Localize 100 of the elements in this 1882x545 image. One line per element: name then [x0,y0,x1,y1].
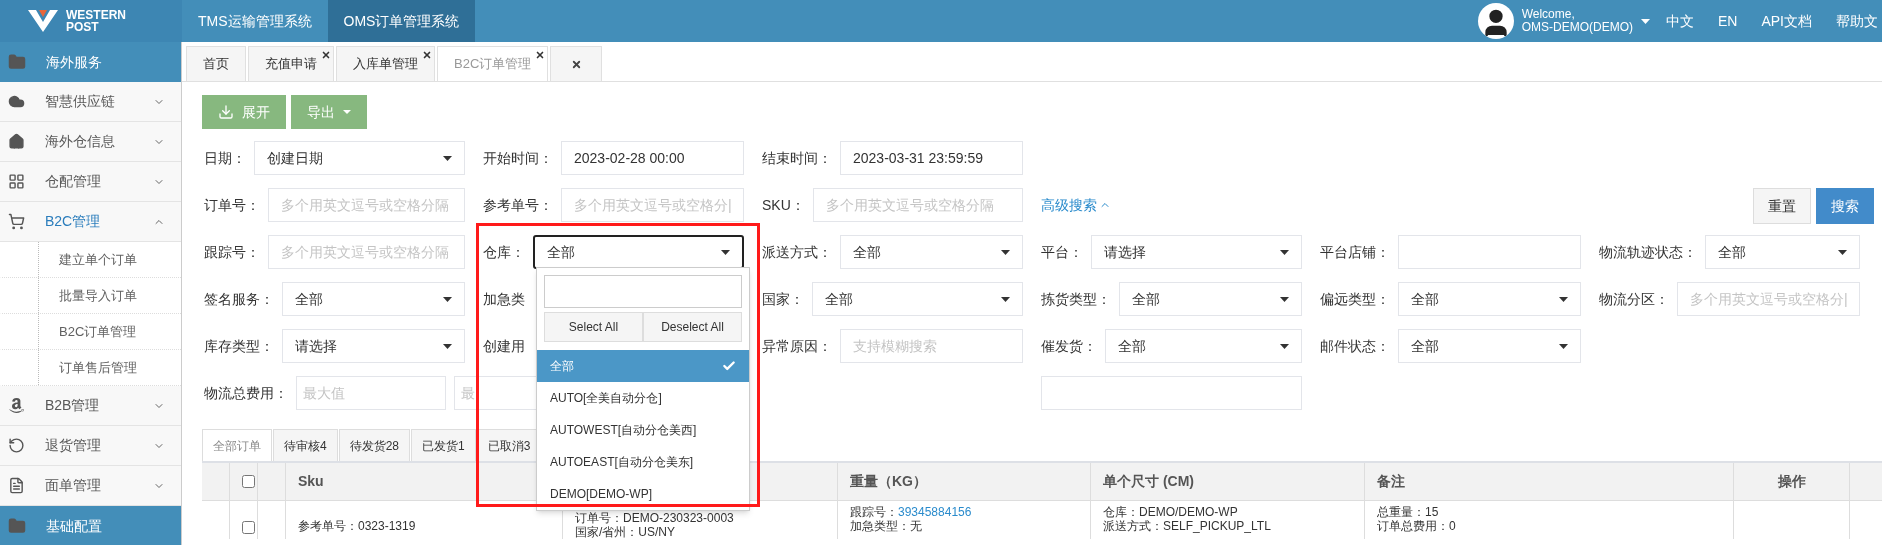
header-link[interactable]: API文档 [1761,10,1812,32]
sidebar-subitem[interactable]: B2C订单管理 [0,314,181,350]
sidebar-item[interactable]: 智慧供应链 [0,82,181,122]
page-tab[interactable]: 入库单管理 [336,46,435,81]
field-label: 订单号： [204,195,260,215]
field-label: 物流总费用： [204,383,288,403]
system-tab[interactable]: TMS运输管理系统 [182,0,328,42]
cell-label: 跟踪号： [850,505,898,519]
select-all-button[interactable]: Select All [544,312,643,342]
field-label: 库存类型： [204,336,274,356]
checkbox[interactable] [242,521,255,534]
input-field[interactable]: 最大值 [296,376,446,410]
letter-a-icon [8,397,25,414]
field-label: 参考单号： [483,195,553,215]
page-tab[interactable]: 充值申请 [248,46,334,81]
input-field[interactable]: 多个用英文逗号或空格分隔 [268,188,465,222]
folder-icon [8,517,26,535]
field-label: 签名服务： [204,289,274,309]
close-icon[interactable] [535,50,546,60]
field-label: 开始时间： [483,148,553,168]
select-field[interactable]: 全部 [533,235,744,269]
dropdown-option[interactable]: DEMO[DEMO-WP] [537,478,749,510]
close-icon[interactable] [321,50,331,60]
caret-icon [1559,343,1568,349]
field-label: 派送方式： [762,242,832,262]
page-tab[interactable]: 首页 [186,46,246,81]
cloud-icon [8,93,25,110]
caret-icon [1559,296,1568,302]
avatar-icon [1477,3,1514,39]
system-tab[interactable]: OMS订单管理系统 [327,0,476,42]
input-field[interactable] [1398,235,1581,269]
cell-text: 总重量：15 [1377,505,1440,519]
column-header: 重量（KG） [850,472,927,491]
logo-text: POST [66,21,100,33]
sidebar-item[interactable]: 退货管理 [0,426,181,466]
sidebar-subitem[interactable]: 批量导入订单 [0,278,181,314]
sidebar-item[interactable]: B2B管理 [0,386,181,426]
advanced-search-link[interactable]: 高级搜索 [1041,194,1111,216]
header-link[interactable]: 中文 [1665,10,1694,32]
select-field[interactable]: 创建日期 [254,141,465,175]
input-field[interactable]: 2023-03-31 23:59:59 [840,141,1023,175]
sidebar-section[interactable]: 海外服务 [0,42,181,82]
deselect-all-button[interactable]: Deselect All [643,312,742,342]
caret-icon [1280,249,1289,255]
sidebar-subitem[interactable]: 订单售后管理 [0,350,181,386]
select-field[interactable]: 请选择 [1091,235,1302,269]
status-tab[interactable]: 待审核4 [273,429,338,461]
column-header: 单个尺寸 (CM) [1103,472,1194,491]
column-header: 操作 [1777,472,1806,491]
input-field[interactable]: 多个用英文逗号或空格分隔 [812,188,1023,222]
caret-icon [1001,296,1010,302]
tracking-link[interactable]: 39345884156 [898,505,972,519]
caret-icon [721,249,730,255]
status-tab[interactable]: 已发货1 [411,429,476,461]
caret-icon [343,110,351,114]
sidebar-item[interactable]: 仓配管理 [0,162,181,202]
logo-text: WESTERN [66,9,126,21]
column-header: Sku [298,472,324,491]
select-field[interactable]: 全部 [1398,282,1581,316]
home-icon [8,133,25,150]
caret-icon[interactable] [1640,18,1650,24]
user-name: OMS-DEMO(DEMO) [1521,21,1633,34]
select-field[interactable]: 全部 [1119,282,1302,316]
caret-icon [443,155,452,161]
input-field[interactable] [1041,376,1302,410]
sidebar-subitem[interactable]: 建立单个订单 [0,242,181,278]
field-label: 拣货类型： [1041,289,1111,309]
cell-text: 参考单号：0323-1319 [298,519,417,533]
select-field[interactable]: 全部 [840,235,1023,269]
sidebar-section[interactable]: 基础配置 [0,506,181,545]
input-field[interactable]: 2023-02-28 00:00 [561,141,744,175]
cell-text: 订单总费用：0 [1377,519,1457,533]
reset-button[interactable]: 重置 [1753,188,1811,224]
select-field[interactable]: 请选择 [282,329,465,363]
search-input[interactable] [544,275,742,308]
select-field[interactable]: 全部 [812,282,1023,316]
select-field[interactable]: 全部 [282,282,465,316]
status-tab[interactable]: 全部订单 [202,429,272,461]
close-icon [570,58,582,70]
sidebar-item[interactable]: 海外仓信息 [0,122,181,162]
checkbox[interactable] [242,475,255,488]
select-field[interactable]: 全部 [1105,329,1302,363]
select-field[interactable]: 全部 [1705,235,1860,269]
input-field[interactable]: 多个用英文逗号或空格分隔 [268,235,465,269]
header-link[interactable]: EN [1717,10,1738,32]
caret-icon [443,343,452,349]
search-button[interactable]: 搜索 [1816,188,1874,224]
status-tab[interactable]: 待发货28 [338,429,411,461]
field-label: 物流轨迹状态： [1599,242,1697,262]
field-label: 物流分区： [1599,289,1669,309]
cell-text: 仓库：DEMO/DEMO-WP [1103,505,1239,519]
select-field[interactable]: 全部 [1398,329,1581,363]
field-label: 催发货： [1041,336,1097,356]
input-field[interactable]: 多个用英文逗号或空格分| [561,188,744,222]
field-label: 平台： [1041,242,1083,262]
header-link[interactable]: 帮助文 [1836,10,1878,32]
input-field[interactable]: 支持模糊搜索 [840,329,1023,363]
input-field[interactable]: 多个用英文逗号或空格分| [1677,282,1860,316]
close-icon[interactable] [422,50,432,60]
field-label: 日期： [204,148,246,168]
